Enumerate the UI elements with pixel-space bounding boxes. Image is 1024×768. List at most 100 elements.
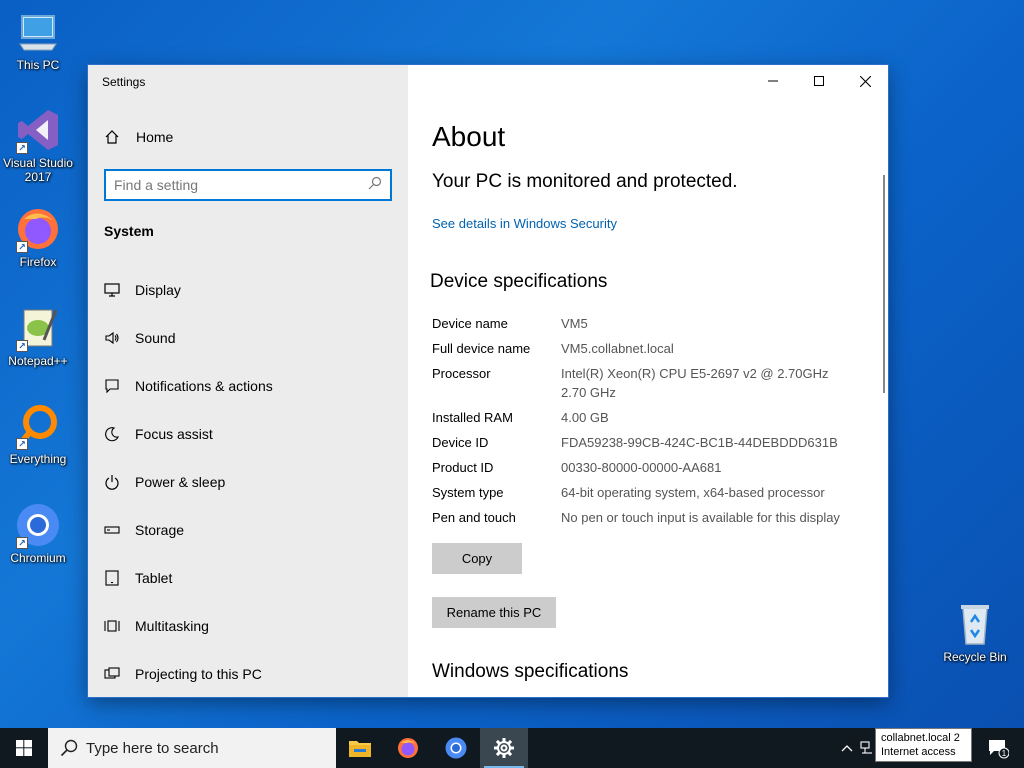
spec-value: FDA59238-99CB-424C-BC1B-44DEBDDD631B (561, 435, 838, 450)
sidebar-item-label: Tablet (135, 570, 173, 586)
tooltip-network-name: collabnet.local 2 (881, 732, 960, 744)
sidebar-item-label: Focus assist (135, 426, 213, 442)
notifications-icon (104, 378, 120, 394)
notifications-icon: 1 (989, 740, 1009, 759)
desktop-icon-label: This PC (16, 58, 60, 72)
spec-key: Full device name (432, 341, 531, 356)
desktop-icon-chromium[interactable]: ↗ Chromium (0, 501, 76, 565)
spec-value: 64-bit operating system, x64-based proce… (561, 485, 825, 500)
spec-key: Processor (432, 366, 491, 381)
sidebar-section-system: System (104, 223, 154, 239)
monitor-icon (104, 282, 120, 298)
settings-search-box[interactable] (104, 169, 392, 201)
settings-window: Settings Home System Display Sound (88, 65, 888, 697)
shortcut-arrow-icon: ↗ (16, 537, 28, 549)
shortcut-arrow-icon: ↗ (16, 142, 28, 154)
desktop-icon-this-pc[interactable]: This PC (0, 8, 76, 72)
firefox-icon (398, 738, 418, 758)
storage-icon (104, 522, 120, 538)
sidebar-item-power-sleep[interactable]: Power & sleep (88, 458, 408, 506)
sidebar-item-multitasking[interactable]: Multitasking (88, 602, 408, 650)
taskbar-app-file-explorer[interactable] (336, 728, 384, 768)
spec-key: System type (432, 485, 504, 500)
spec-value: Intel(R) Xeon(R) CPU E5-2697 v2 @ 2.70GH… (561, 366, 829, 400)
power-icon (104, 474, 120, 490)
folder-icon (349, 741, 371, 757)
spec-key: Device name (432, 316, 508, 331)
tooltip-network-status: Internet access (881, 746, 956, 758)
close-button[interactable] (842, 65, 888, 97)
show-hidden-icons-button[interactable] (836, 728, 858, 768)
sidebar-item-label: Multitasking (135, 618, 209, 634)
tablet-icon (104, 570, 120, 586)
maximize-button[interactable] (796, 65, 842, 97)
desktop-icon-notepadpp[interactable]: ↗ Notepad++ (0, 304, 76, 368)
everything-search-icon: ↗ (14, 402, 62, 450)
desktop-icon-label: Notepad++ (8, 354, 68, 368)
chromium-icon (445, 737, 467, 759)
spec-value: 00330-80000-00000-AA681 (561, 460, 722, 475)
action-center-button[interactable]: 1 (978, 728, 1018, 768)
gear-icon (494, 738, 514, 758)
window-title: Settings (102, 75, 146, 89)
chromium-icon: ↗ (14, 501, 62, 549)
network-icon (860, 741, 872, 754)
desktop-icon-everything[interactable]: ↗ Everything (0, 402, 76, 466)
copy-button[interactable]: Copy (432, 543, 522, 574)
sidebar-item-storage[interactable]: Storage (88, 506, 408, 554)
taskbar-app-settings[interactable] (480, 728, 528, 768)
sidebar-item-display[interactable]: Display (88, 266, 408, 314)
settings-search-input[interactable] (114, 177, 368, 193)
sidebar-item-focus-assist[interactable]: Focus assist (88, 410, 408, 458)
start-button[interactable] (0, 728, 48, 768)
sidebar-item-sound[interactable]: Sound (88, 314, 408, 362)
sidebar-home[interactable]: Home (104, 129, 173, 145)
spec-key: Product ID (432, 460, 494, 475)
desktop-icon-label: Recycle Bin (943, 650, 1007, 664)
chevron-up-icon (841, 745, 853, 752)
notification-count: 1 (1002, 749, 1007, 758)
windows-security-link[interactable]: See details in Windows Security (432, 216, 617, 231)
device-specifications-heading: Device specifications (430, 271, 608, 292)
notepadpp-icon: ↗ (14, 304, 62, 352)
taskbar-search-placeholder: Type here to search (86, 739, 219, 757)
sidebar-item-notifications[interactable]: Notifications & actions (88, 362, 408, 410)
maximize-icon (814, 76, 824, 86)
desktop-icon-label: Chromium (10, 551, 66, 565)
windows-specifications-heading: Windows specifications (432, 661, 629, 682)
computer-icon (14, 8, 62, 56)
spec-key: Installed RAM (432, 410, 513, 425)
taskbar-search-box[interactable]: Type here to search (48, 728, 336, 768)
multitasking-icon (104, 618, 120, 634)
sidebar-home-label: Home (136, 129, 174, 145)
shortcut-arrow-icon: ↗ (16, 340, 28, 352)
search-icon (60, 739, 78, 757)
taskbar-app-firefox[interactable] (384, 728, 432, 768)
rename-pc-button[interactable]: Rename this PC (432, 597, 556, 628)
content-scrollbar[interactable] (883, 175, 885, 393)
sidebar-item-label: Sound (135, 330, 176, 346)
shortcut-arrow-icon: ↗ (16, 241, 28, 253)
recycle-bin-icon (951, 600, 999, 648)
desktop-icon-recycle-bin[interactable]: Recycle Bin (937, 600, 1013, 664)
minimize-icon (768, 80, 778, 82)
taskbar-app-chromium[interactable] (432, 728, 480, 768)
desktop-icon-label: Everything (9, 452, 67, 466)
spec-value: VM5 (561, 316, 588, 331)
close-icon (859, 75, 871, 87)
sidebar-item-label: Display (135, 282, 181, 298)
sidebar-item-projecting[interactable]: Projecting to this PC (88, 650, 408, 697)
desktop-icon-visual-studio[interactable]: ↗ Visual Studio 2017 (0, 106, 76, 184)
sidebar-item-label: Power & sleep (135, 474, 226, 490)
sidebar-item-label: Storage (135, 522, 185, 538)
minimize-button[interactable] (750, 65, 796, 97)
moon-icon (104, 426, 120, 442)
spec-value: 4.00 GB (561, 410, 609, 425)
sidebar-item-tablet[interactable]: Tablet (88, 554, 408, 602)
firefox-icon: ↗ (14, 205, 62, 253)
settings-sidebar: Settings Home System Display Sound (88, 65, 408, 697)
desktop-icon-firefox[interactable]: ↗ Firefox (0, 205, 76, 269)
spec-value: No pen or touch input is available for t… (561, 510, 840, 525)
protection-status: Your PC is monitored and protected. (432, 171, 738, 192)
speaker-icon (104, 330, 120, 346)
